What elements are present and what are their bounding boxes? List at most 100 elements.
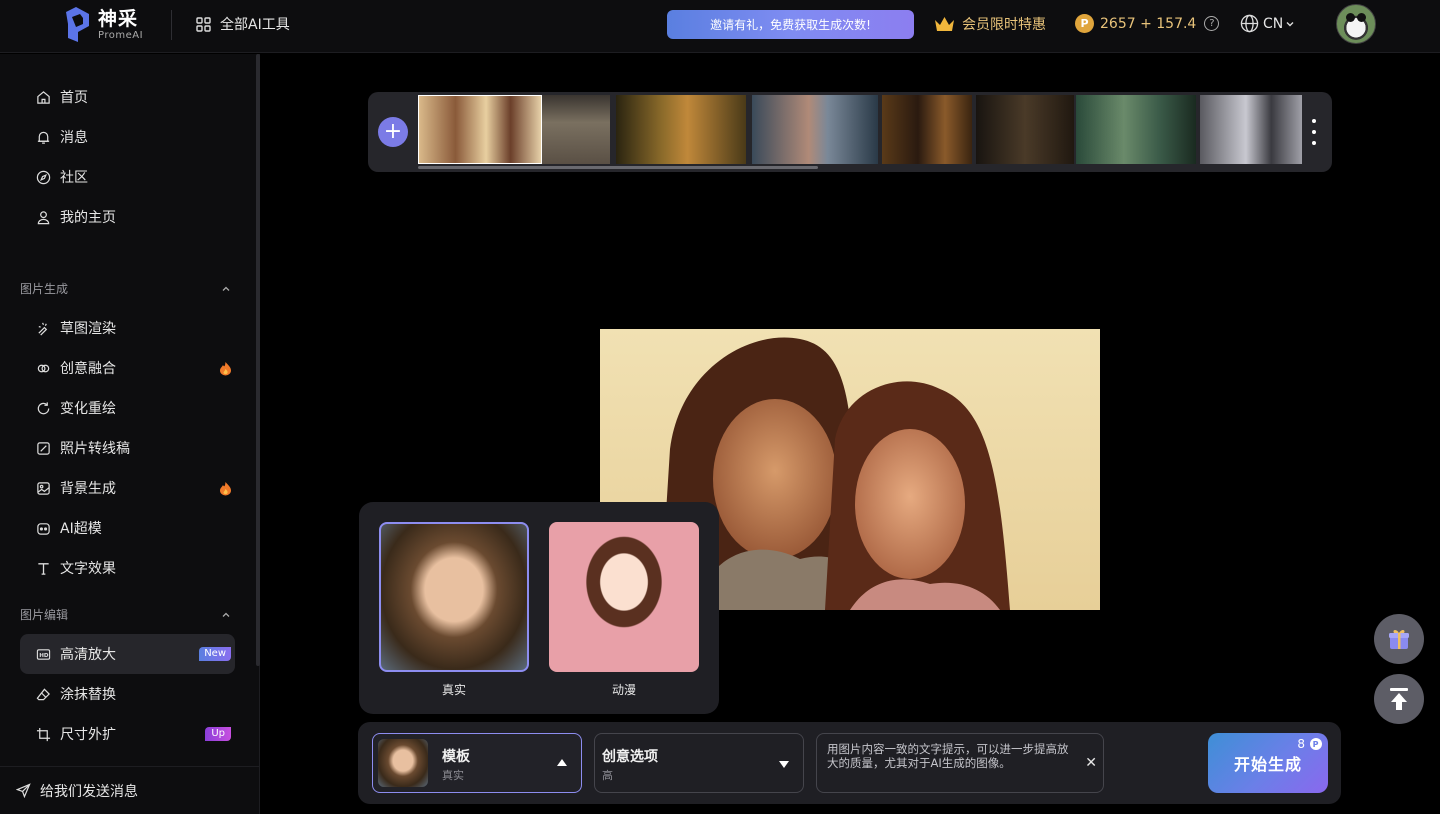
filmstrip-scrollbar[interactable] (418, 166, 818, 169)
history-thumbnail[interactable] (882, 95, 972, 164)
creative-option-dropdown[interactable]: 创意选项 高 (594, 733, 804, 793)
edit-icon (35, 440, 51, 456)
generate-label: 开始生成 (1233, 755, 1302, 774)
user-avatar[interactable] (1336, 4, 1376, 44)
template-option-anime[interactable]: 动漫 (549, 522, 699, 698)
send-icon (16, 783, 31, 798)
header-divider (171, 10, 172, 40)
section-label: 图片编辑 (20, 608, 69, 622)
sketch-icon (35, 320, 51, 336)
sidebar-item-label: 我的主页 (60, 210, 116, 226)
sidebar-item-label: 照片转线稿 (60, 441, 130, 457)
invite-banner-button[interactable]: 邀请有礼，免费获取生成次数! (667, 10, 914, 39)
promeai-logo-icon (62, 6, 92, 44)
caret-up-icon (557, 759, 567, 766)
history-thumbnail[interactable] (752, 95, 878, 164)
section-image-editing[interactable]: 图片编辑 (20, 606, 235, 623)
history-filmstrip: + (368, 92, 1332, 172)
sidebar-item-ai-model[interactable]: AI超模 (20, 508, 235, 548)
template-picker-popover: 真实 动漫 (359, 502, 719, 714)
eraser-icon (35, 686, 51, 702)
home-icon (35, 89, 51, 105)
chevron-down-icon (1286, 21, 1294, 26)
section-image-generation[interactable]: 图片生成 (20, 280, 235, 297)
template-option-label: 动漫 (611, 683, 636, 697)
sidebar-item-label: AI超模 (60, 521, 102, 537)
fire-icon (220, 482, 231, 496)
section-label: 图片生成 (20, 282, 69, 296)
bell-icon (35, 129, 51, 145)
generation-control-bar: 模板 真实 创意选项 高 用图片内容一致的文字提示，可以进一步提高放大的质量，尤… (358, 722, 1341, 804)
vip-offer-label: 会员限时特惠 (962, 17, 1046, 33)
robot-icon (35, 520, 51, 536)
arrow-up-to-top-icon (1390, 688, 1408, 710)
credits-balance: P 2657 + 157.4 ? (1075, 14, 1220, 33)
sidebar-scrollbar[interactable] (256, 54, 260, 666)
generate-cost-value: 8 (1297, 737, 1306, 751)
all-tools-menu[interactable]: 全部AI工具 (196, 14, 290, 34)
language-selector[interactable]: CN (1240, 14, 1299, 33)
sidebar-item-label: 草图渲染 (60, 321, 116, 337)
history-thumbnail[interactable] (1200, 95, 1302, 164)
template-dropdown-title: 模板 (442, 749, 470, 765)
start-generate-button[interactable]: 开始生成 8 P (1208, 733, 1328, 793)
send-feedback-link[interactable]: 给我们发送消息 (0, 766, 260, 814)
sidebar-item-label: 文字效果 (60, 561, 116, 577)
sidebar-item-outpaint[interactable]: 尺寸外扩 Up (20, 714, 235, 754)
sidebar-item-hd-upscale[interactable]: HD 高清放大 New (20, 634, 235, 674)
logo[interactable]: 神采 PromeAI (62, 6, 143, 44)
user-icon (35, 209, 51, 225)
sidebar-item-label: 创意融合 (60, 361, 116, 377)
generate-cost: 8 P (1297, 737, 1322, 751)
history-thumbnail[interactable] (1076, 95, 1196, 164)
sidebar-item-photo-to-lineart[interactable]: 照片转线稿 (20, 428, 235, 468)
sidebar-item-messages[interactable]: 消息 (20, 117, 235, 157)
prompt-input[interactable]: 用图片内容一致的文字提示，可以进一步提高放大的质量，尤其对于AI生成的图像。 ✕ (816, 733, 1104, 793)
sidebar-item-profile[interactable]: 我的主页 (20, 197, 235, 237)
history-thumbnail[interactable] (418, 95, 542, 164)
sidebar-item-label: 变化重绘 (60, 401, 116, 417)
sidebar-item-label: 涂抹替换 (60, 687, 116, 703)
add-image-button[interactable]: + (378, 117, 408, 147)
sidebar-item-variation[interactable]: 变化重绘 (20, 388, 235, 428)
top-header: 神采 PromeAI 全部AI工具 邀请有礼，免费获取生成次数! 会员限时特惠 … (0, 0, 1440, 53)
grid-icon (196, 16, 211, 32)
gift-button[interactable] (1374, 614, 1424, 664)
globe-icon (1240, 14, 1259, 33)
sidebar-item-inpaint[interactable]: 涂抹替换 (20, 674, 235, 714)
sidebar-item-label: 高清放大 (60, 647, 116, 663)
template-preview-realistic (379, 522, 529, 672)
more-options-icon[interactable] (1308, 119, 1320, 145)
help-icon[interactable]: ? (1204, 16, 1220, 31)
back-to-top-button[interactable] (1374, 674, 1424, 724)
language-label: CN (1263, 15, 1284, 32)
sidebar-item-background-gen[interactable]: 背景生成 (20, 468, 235, 508)
sidebar-item-label: 背景生成 (60, 481, 116, 497)
logo-name-en: PromeAI (98, 30, 144, 41)
hd-icon: HD (35, 646, 51, 662)
history-thumbnail[interactable] (616, 95, 746, 164)
history-thumbnail[interactable] (976, 95, 1074, 164)
sidebar-item-label: 社区 (60, 170, 88, 186)
fire-icon (220, 362, 231, 376)
sidebar-item-label: 尺寸外扩 (60, 727, 116, 743)
sidebar-item-home[interactable]: 首页 (20, 77, 235, 117)
sidebar: 首页 消息 社区 我的主页 图片生成 草图渲染 创意融合 变化重绘 照片转线稿 … (0, 54, 260, 814)
sidebar-item-creative-blend[interactable]: 创意融合 (20, 348, 235, 388)
sidebar-item-text-effect[interactable]: 文字效果 (20, 548, 235, 588)
template-dropdown-value: 真实 (442, 769, 464, 782)
clear-prompt-icon[interactable]: ✕ (1085, 756, 1097, 770)
gift-icon (1389, 629, 1409, 649)
refresh-icon (35, 400, 51, 416)
template-dropdown[interactable]: 模板 真实 (372, 733, 582, 793)
history-thumbnail[interactable] (542, 95, 610, 164)
template-thumbnail (378, 739, 428, 787)
chevron-up-icon (222, 286, 230, 291)
credits-value: 2657 + 157.4 (1100, 15, 1197, 32)
sidebar-item-community[interactable]: 社区 (20, 157, 235, 197)
template-option-realistic[interactable]: 真实 (379, 522, 529, 698)
sidebar-item-sketch-render[interactable]: 草图渲染 (20, 308, 235, 348)
logo-name-cn: 神采 (98, 8, 139, 30)
vip-offer-link[interactable]: 会员限时特惠 (934, 14, 1046, 34)
template-option-label: 真实 (441, 683, 466, 697)
